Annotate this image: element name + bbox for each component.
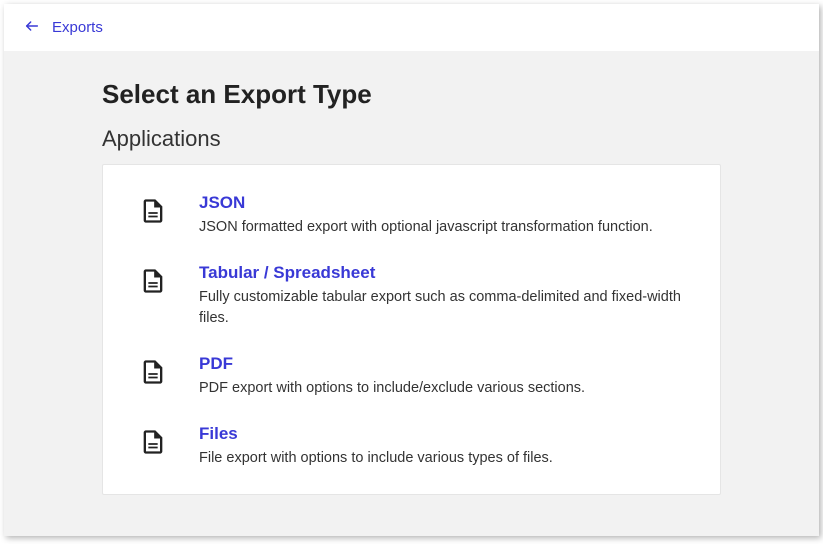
document-icon	[139, 265, 167, 297]
export-text: PDF PDF export with options to include/e…	[199, 354, 684, 398]
page-title: Select an Export Type	[102, 79, 721, 110]
export-card: JSON JSON formatted export with optional…	[102, 164, 721, 495]
window: Exports Select an Export Type Applicatio…	[4, 4, 819, 536]
export-item-pdf[interactable]: PDF PDF export with options to include/e…	[139, 354, 684, 398]
export-desc: Fully customizable tabular export such a…	[199, 287, 684, 328]
export-title: Tabular / Spreadsheet	[199, 263, 684, 283]
export-desc: File export with options to include vari…	[199, 448, 684, 468]
back-arrow-icon[interactable]	[24, 18, 40, 37]
export-title: JSON	[199, 193, 684, 213]
export-desc: PDF export with options to include/exclu…	[199, 378, 684, 398]
document-icon	[139, 195, 167, 227]
export-text: Tabular / Spreadsheet Fully customizable…	[199, 263, 684, 328]
export-item-files[interactable]: Files File export with options to includ…	[139, 424, 684, 468]
export-item-tabular[interactable]: Tabular / Spreadsheet Fully customizable…	[139, 263, 684, 328]
export-item-json[interactable]: JSON JSON formatted export with optional…	[139, 193, 684, 237]
section-title: Applications	[102, 126, 721, 152]
content-area: Select an Export Type Applications JSON …	[4, 51, 819, 536]
export-title: Files	[199, 424, 684, 444]
document-icon	[139, 426, 167, 458]
export-desc: JSON formatted export with optional java…	[199, 217, 684, 237]
export-text: JSON JSON formatted export with optional…	[199, 193, 684, 237]
export-text: Files File export with options to includ…	[199, 424, 684, 468]
document-icon	[139, 356, 167, 388]
export-title: PDF	[199, 354, 684, 374]
header-bar: Exports	[4, 4, 819, 51]
breadcrumb[interactable]: Exports	[52, 19, 103, 36]
